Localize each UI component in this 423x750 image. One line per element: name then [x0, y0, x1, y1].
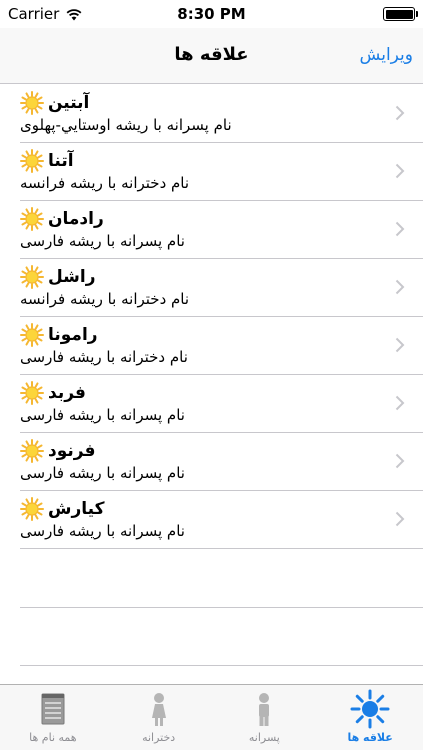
name-label: فرنود [48, 441, 96, 461]
name-label: آبتین [48, 93, 90, 113]
name-line: آبتین [20, 91, 89, 115]
chevron-right-icon [395, 395, 405, 411]
name-label: کیارش [48, 499, 105, 519]
tab-label: همه نام ها [29, 731, 77, 744]
chevron-right-icon [395, 511, 405, 527]
list-item[interactable]: آبتین نام پسرانه با ریشه اوستایي-پهلوی [20, 85, 423, 143]
sun-icon [20, 91, 44, 115]
name-label: رادمان [48, 209, 104, 229]
name-description: نام پسرانه با ریشه فارسی [20, 522, 185, 540]
name-label: آتنا [48, 151, 74, 171]
name-description: نام دخترانه با ریشه فرانسه [20, 174, 190, 192]
name-description: نام دخترانه با ریشه فارسی [20, 348, 188, 366]
name-line: کیارش [20, 497, 104, 521]
chevron-right-icon [395, 163, 405, 179]
favorites-list: آبتین نام پسرانه با ریشه اوستایي-پهلوی آتن… [0, 85, 423, 549]
list-item[interactable]: کیارش نام پسرانه با ریشه فارسی [20, 491, 423, 549]
battery-icon [383, 7, 418, 21]
name-line: رادمان [20, 207, 104, 231]
sun-icon [20, 323, 44, 347]
sun-icon [20, 381, 44, 405]
tab-girl[interactable]: دخترانه [106, 685, 212, 750]
name-label: فربد [48, 383, 86, 403]
list-item[interactable]: رامونا نام دخترانه با ریشه فارسی [20, 317, 423, 375]
chevron-right-icon [395, 221, 405, 237]
chevron-right-icon [395, 105, 405, 121]
chevron-right-icon [395, 279, 405, 295]
status-bar: Carrier 8:30 PM [0, 0, 423, 28]
tab-label: علاقه ها [347, 731, 393, 744]
name-line: رامونا [20, 323, 98, 347]
sun-icon [20, 207, 44, 231]
boy-icon [259, 693, 270, 726]
list-item[interactable]: فرنود نام پسرانه با ریشه فارسی [20, 433, 423, 491]
battery-fill [385, 9, 413, 19]
tab-notepad[interactable]: همه نام ها [0, 685, 106, 750]
name-line: آتنا [20, 149, 74, 173]
chevron-right-icon [395, 337, 405, 353]
list-item[interactable]: راشل نام دخترانه با ریشه فرانسه [20, 259, 423, 317]
sun-icon [20, 497, 44, 521]
list-item[interactable]: رادمان نام پسرانه با ریشه فارسی [20, 201, 423, 259]
sun-icon [350, 689, 390, 729]
status-time: 8:30 PM [177, 5, 246, 23]
name-line: فرنود [20, 439, 95, 463]
empty-row-separator [20, 607, 423, 608]
tab-sun[interactable]: علاقه ها [317, 685, 423, 750]
nav-bar: علاقه ها ویرایش [0, 28, 423, 84]
name-label: راشل [48, 267, 96, 287]
sun-icon [20, 265, 44, 289]
name-description: نام پسرانه با ریشه فارسی [20, 406, 185, 424]
edit-button[interactable]: ویرایش [360, 45, 413, 65]
empty-row-separator [20, 665, 423, 666]
list-item[interactable]: فربد نام پسرانه با ریشه فارسی [20, 375, 423, 433]
name-description: نام پسرانه با ریشه فارسی [20, 232, 185, 250]
tab-label: پسرانه [248, 731, 280, 744]
girl-icon [151, 693, 166, 726]
name-description: نام پسرانه با ریشه فارسی [20, 464, 185, 482]
notepad-icon [41, 693, 65, 725]
chevron-right-icon [395, 453, 405, 469]
name-line: فربد [20, 381, 86, 405]
name-label: رامونا [48, 325, 98, 345]
name-description: نام پسرانه با ریشه اوستایي-پهلوی [20, 116, 232, 134]
list-item[interactable]: آتنا نام دخترانه با ریشه فرانسه [20, 143, 423, 201]
name-line: راشل [20, 265, 96, 289]
tab-bar: همه نام ها دخترانه پسرانه علاقه ها [0, 684, 423, 750]
sun-icon [20, 439, 44, 463]
sun-icon [20, 149, 44, 173]
tab-label: دخترانه [142, 731, 176, 744]
tab-boy[interactable]: پسرانه [212, 685, 318, 750]
name-description: نام دخترانه با ریشه فرانسه [20, 290, 190, 308]
